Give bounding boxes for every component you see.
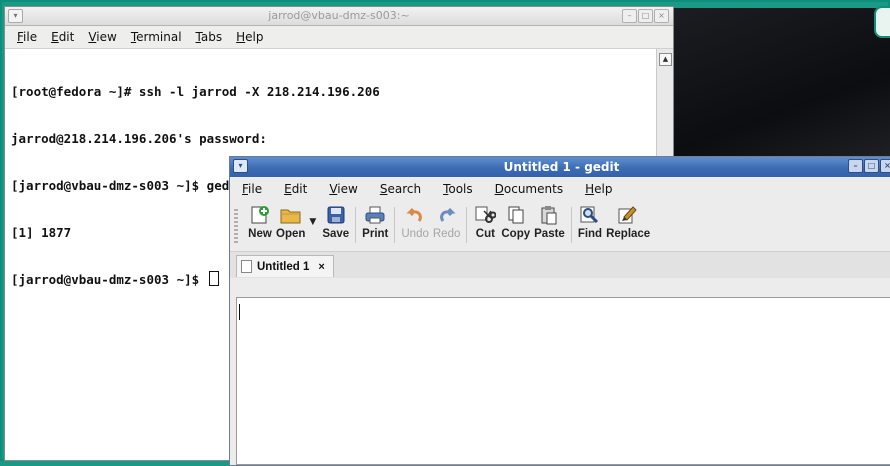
gedit-titlebar[interactable]: ▾ Untitled 1 - gedit – □ × <box>230 157 890 177</box>
cut-button[interactable]: Cut <box>473 201 497 240</box>
magnifier-icon <box>578 204 602 226</box>
text-editor-area[interactable] <box>236 297 890 465</box>
folder-icon <box>279 204 303 226</box>
menu-tools[interactable]: Tools <box>443 182 473 196</box>
toolbar-grip[interactable] <box>234 209 238 243</box>
toolbar-separator <box>466 207 468 243</box>
tab-close-icon[interactable]: × <box>318 261 324 273</box>
clipboard-icon <box>537 204 561 226</box>
replace-button[interactable]: Replace <box>606 201 650 240</box>
print-button[interactable]: Print <box>362 201 388 240</box>
redo-icon <box>435 204 459 226</box>
copy-label: Copy <box>501 228 531 240</box>
undo-label: Undo <box>401 228 429 240</box>
copy-icon <box>504 204 528 226</box>
window-menu-icon[interactable]: ▾ <box>8 9 23 23</box>
replace-icon <box>616 204 640 226</box>
replace-label: Replace <box>606 228 651 240</box>
gedit-window: ▾ Untitled 1 - gedit – □ × File Edit Vie… <box>229 156 890 466</box>
paste-label: Paste <box>534 228 565 240</box>
toolbar-separator <box>570 207 572 243</box>
gedit-menubar: File Edit View Search Tools Documents He… <box>230 177 890 201</box>
toolbar-separator <box>355 207 357 243</box>
redo-label: Redo <box>432 228 461 240</box>
menu-terminal[interactable]: Terminal <box>131 30 182 44</box>
new-label: New <box>248 228 272 240</box>
terminal-title: jarrod@vbau-dmz-s003:~ <box>268 9 410 22</box>
copy-button[interactable]: Copy <box>501 201 530 240</box>
maximize-icon[interactable]: □ <box>638 9 653 23</box>
desktop-background <box>674 8 890 168</box>
terminal-line: jarrod@218.214.196.206's password: <box>11 130 267 146</box>
menu-edit[interactable]: Edit <box>284 182 307 196</box>
new-document-icon <box>248 204 272 226</box>
text-caret <box>239 304 240 320</box>
menu-tabs[interactable]: Tabs <box>196 30 223 44</box>
window-menu-icon[interactable]: ▾ <box>233 159 248 173</box>
document-tab-bar: Untitled 1 × <box>230 251 890 278</box>
scissors-icon <box>473 204 497 226</box>
menu-view[interactable]: View <box>329 182 357 196</box>
find-button[interactable]: Find <box>578 201 602 240</box>
tab-untitled-1[interactable]: Untitled 1 × <box>236 255 334 277</box>
terminal-menubar: File Edit View Terminal Tabs Help <box>5 26 673 49</box>
print-label: Print <box>362 228 389 240</box>
save-button[interactable]: Save <box>322 201 349 240</box>
minimize-icon[interactable]: – <box>848 159 863 173</box>
gedit-toolbar: New Open ▼ Save Print Undo Redo Cut Copy… <box>230 201 890 251</box>
chevron-down-icon: ▼ <box>309 217 317 227</box>
gedit-title: Untitled 1 - gedit <box>503 160 620 174</box>
find-label: Find <box>577 228 603 240</box>
open-button[interactable]: Open <box>276 201 305 240</box>
menu-view[interactable]: View <box>88 30 116 44</box>
menu-file[interactable]: File <box>242 182 262 196</box>
redo-button[interactable]: Redo <box>432 201 461 240</box>
undo-button[interactable]: Undo <box>401 201 429 240</box>
toolbar-separator <box>394 207 396 243</box>
open-label: Open <box>276 228 306 240</box>
close-icon[interactable]: × <box>654 9 669 23</box>
scroll-up-arrow-icon[interactable]: ▲ <box>659 53 672 66</box>
terminal-titlebar[interactable]: ▾ jarrod@vbau-dmz-s003:~ – □ × <box>5 7 673 26</box>
cut-label: Cut <box>475 228 495 240</box>
menu-file[interactable]: File <box>17 30 37 44</box>
printer-icon <box>363 204 387 226</box>
corner-badge <box>874 6 890 38</box>
terminal-prompt: [jarrod@vbau-dmz-s003 ~]$ <box>11 272 207 288</box>
document-icon <box>241 260 252 273</box>
open-dropdown-button[interactable]: ▼ <box>309 201 316 227</box>
menu-help[interactable]: Help <box>585 182 612 196</box>
minimize-icon[interactable]: – <box>622 9 637 23</box>
floppy-disk-icon <box>324 204 348 226</box>
menu-edit[interactable]: Edit <box>51 30 74 44</box>
undo-icon <box>403 204 427 226</box>
new-button[interactable]: New <box>248 201 272 240</box>
tab-label: Untitled 1 <box>257 260 310 273</box>
close-icon[interactable]: × <box>880 159 890 173</box>
menu-documents[interactable]: Documents <box>495 182 563 196</box>
menu-search[interactable]: Search <box>380 182 421 196</box>
terminal-line: [root@fedora ~]# ssh -l jarrod -X 218.21… <box>11 84 380 100</box>
menu-help[interactable]: Help <box>236 30 263 44</box>
terminal-cursor <box>208 271 219 287</box>
paste-button[interactable]: Paste <box>534 201 565 240</box>
maximize-icon[interactable]: □ <box>864 159 879 173</box>
save-label: Save <box>322 228 350 240</box>
